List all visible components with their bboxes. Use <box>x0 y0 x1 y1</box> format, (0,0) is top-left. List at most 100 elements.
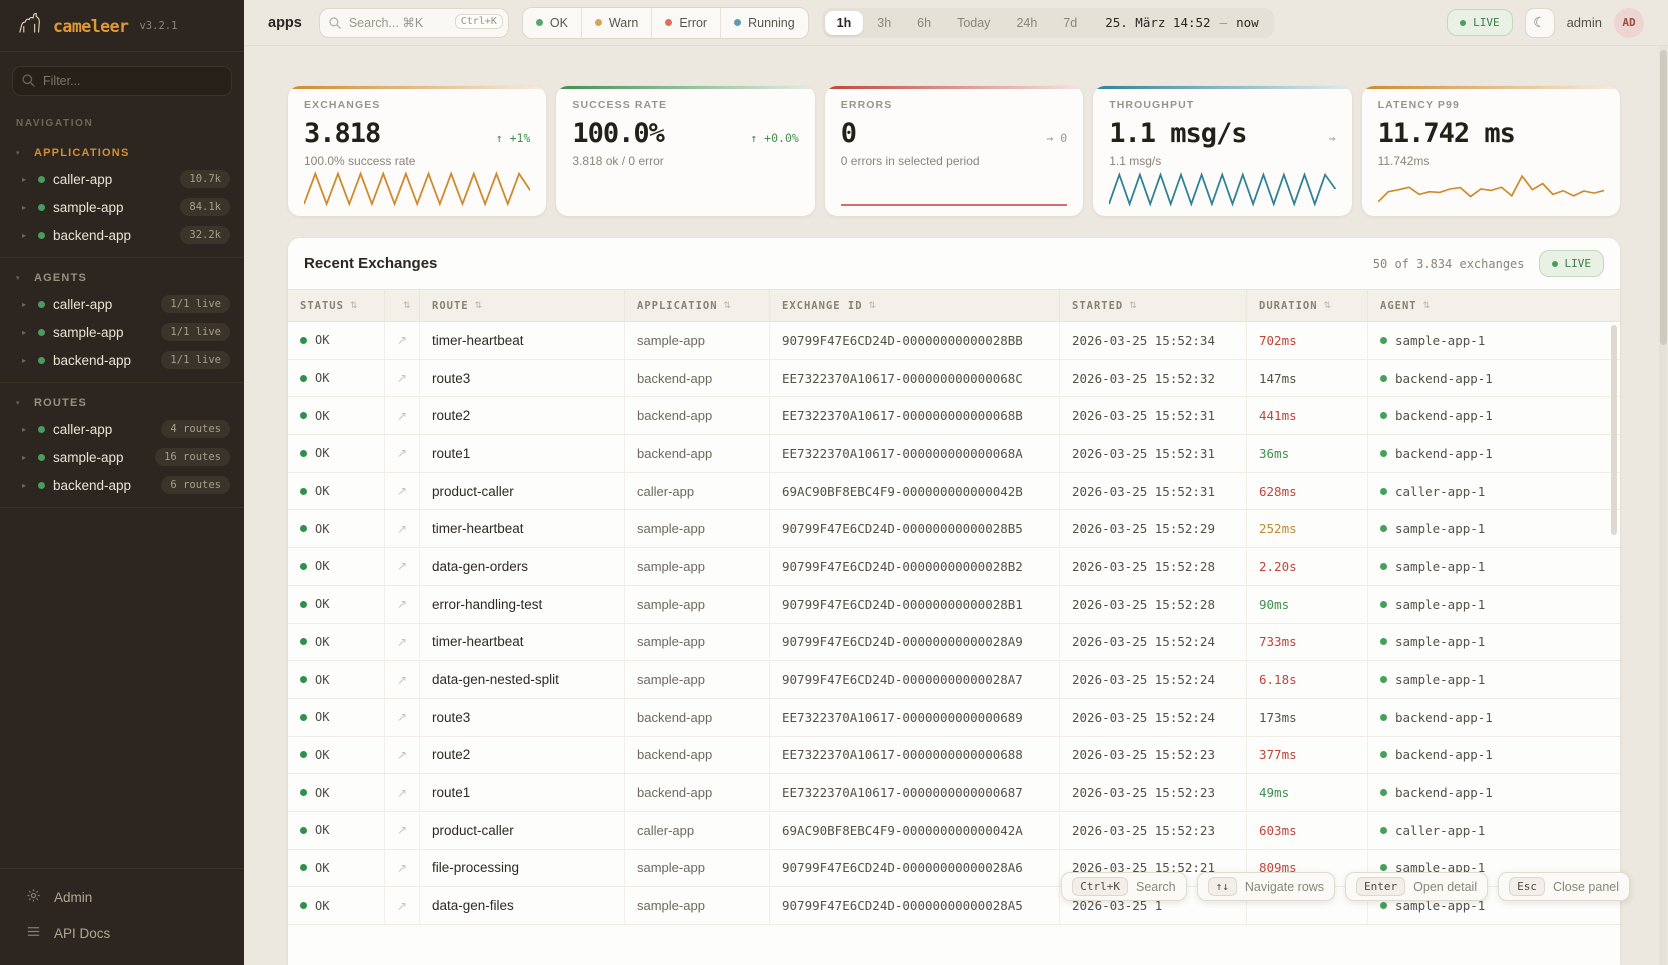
duration-cell: 90ms <box>1247 586 1368 623</box>
column-header-started[interactable]: STARTED ⇅ <box>1060 290 1247 321</box>
duration-cell: 36ms <box>1247 435 1368 472</box>
open-row-icon[interactable]: ↗ <box>397 446 407 460</box>
table-row[interactable]: OK ↗ route1 backend-app EE7322370A10617-… <box>288 435 1620 473</box>
sidebar-section-agents[interactable]: ▾ AGENTS <box>0 264 244 290</box>
agent-status-dot <box>1380 638 1387 645</box>
sidebar-item-routes-caller-app[interactable]: ▸ caller-app 4 routes <box>0 415 244 443</box>
sidebar-item-applications-caller-app[interactable]: ▸ caller-app 10.7k <box>0 165 244 193</box>
column-header-open[interactable]: ⇅ <box>385 290 420 321</box>
status-filter-running[interactable]: Running <box>721 8 808 38</box>
time-range-24h[interactable]: 24h <box>1004 11 1049 35</box>
sidebar-item-agents-caller-app[interactable]: ▸ caller-app 1/1 live <box>0 290 244 318</box>
open-row-icon[interactable]: ↗ <box>397 861 407 875</box>
sidebar-section-routes[interactable]: ▾ ROUTES <box>0 389 244 415</box>
live-badge[interactable]: LIVE <box>1447 9 1513 36</box>
agent-status-dot <box>1380 601 1387 608</box>
open-cell: ↗ <box>385 473 420 510</box>
status-filter-ok[interactable]: OK <box>523 8 582 38</box>
time-range-6h[interactable]: 6h <box>905 11 943 35</box>
open-row-icon[interactable]: ↗ <box>397 786 407 800</box>
gear-icon <box>26 888 41 906</box>
column-header-duration[interactable]: DURATION ⇅ <box>1247 290 1368 321</box>
dark-mode-toggle[interactable]: ☾ <box>1525 8 1555 38</box>
agent-status-dot <box>1380 375 1387 382</box>
status-color-dot <box>536 19 543 26</box>
table-row[interactable]: OK ↗ error-handling-test sample-app 9079… <box>288 586 1620 624</box>
status-ok-dot <box>300 488 307 495</box>
sidebar-item-routes-backend-app[interactable]: ▸ backend-app 6 routes <box>0 471 244 499</box>
column-header-application[interactable]: APPLICATION ⇅ <box>625 290 770 321</box>
filter-input[interactable] <box>12 66 232 96</box>
open-row-icon[interactable]: ↗ <box>397 484 407 498</box>
page-scrollbar-thumb[interactable] <box>1660 50 1667 345</box>
time-range-7d[interactable]: 7d <box>1051 11 1089 35</box>
sidebar-item-agents-sample-app[interactable]: ▸ sample-app 1/1 live <box>0 318 244 346</box>
table-row[interactable]: OK ↗ product-caller caller-app 69AC90BF8… <box>288 812 1620 850</box>
status-ok-dot <box>300 902 307 909</box>
table-scrollbar-thumb[interactable] <box>1611 325 1617 535</box>
sidebar-item-agents-backend-app[interactable]: ▸ backend-app 1/1 live <box>0 346 244 374</box>
sidebar-item-api-docs[interactable]: API Docs <box>0 915 244 951</box>
avatar[interactable]: AD <box>1614 8 1644 38</box>
time-range-3h[interactable]: 3h <box>865 11 903 35</box>
time-to: now <box>1236 15 1259 30</box>
open-row-icon[interactable]: ↗ <box>397 597 407 611</box>
card-delta: ↑ +0.0% <box>750 131 798 145</box>
time-range-1h[interactable]: 1h <box>825 11 864 35</box>
open-row-icon[interactable]: ↗ <box>397 409 407 423</box>
open-cell: ↗ <box>385 586 420 623</box>
sidebar-filter <box>12 66 232 96</box>
status-cell: OK <box>288 774 385 811</box>
status-cell: OK <box>288 397 385 434</box>
sidebar-item-routes-sample-app[interactable]: ▸ sample-app 16 routes <box>0 443 244 471</box>
table-row[interactable]: OK ↗ route2 backend-app EE7322370A10617-… <box>288 397 1620 435</box>
open-row-icon[interactable]: ↗ <box>397 371 407 385</box>
table-row[interactable]: OK ↗ timer-heartbeat sample-app 90799F47… <box>288 510 1620 548</box>
status-filter-error[interactable]: Error <box>652 8 721 38</box>
sidebar-item-admin[interactable]: Admin <box>0 879 244 915</box>
open-row-icon[interactable]: ↗ <box>397 823 407 837</box>
agent-cell: backend-app-1 <box>1368 435 1620 472</box>
application-cell: backend-app <box>625 737 770 774</box>
column-header-route[interactable]: ROUTE ⇅ <box>420 290 625 321</box>
status-ok-dot <box>300 375 307 382</box>
open-row-icon[interactable]: ↗ <box>397 710 407 724</box>
recent-exchanges-panel: Recent Exchanges 50 of 3.834 exchanges L… <box>288 238 1620 965</box>
table-row[interactable]: OK ↗ route3 backend-app EE7322370A10617-… <box>288 699 1620 737</box>
open-row-icon[interactable]: ↗ <box>397 748 407 762</box>
column-header-agent[interactable]: AGENT ⇅ <box>1368 290 1620 321</box>
sidebar-section-applications[interactable]: ▾ APPLICATIONS <box>0 139 244 165</box>
table-row[interactable]: OK ↗ data-gen-nested-split sample-app 90… <box>288 661 1620 699</box>
table-row[interactable]: OK ↗ timer-heartbeat sample-app 90799F47… <box>288 322 1620 360</box>
application-cell: backend-app <box>625 360 770 397</box>
open-row-icon[interactable]: ↗ <box>397 635 407 649</box>
column-header-exchange-id[interactable]: EXCHANGE ID ⇅ <box>770 290 1060 321</box>
agent-cell: sample-app-1 <box>1368 661 1620 698</box>
table-summary: 50 of 3.834 exchanges <box>1373 257 1525 271</box>
table-row[interactable]: OK ↗ timer-heartbeat sample-app 90799F47… <box>288 624 1620 662</box>
status-cell: OK <box>288 548 385 585</box>
open-row-icon[interactable]: ↗ <box>397 522 407 536</box>
route-cell: timer-heartbeat <box>420 510 625 547</box>
open-row-icon[interactable]: ↗ <box>397 559 407 573</box>
time-range-today[interactable]: Today <box>945 11 1002 35</box>
table-row[interactable]: OK ↗ route3 backend-app EE7322370A10617-… <box>288 360 1620 398</box>
count-badge: 1/1 live <box>161 323 230 341</box>
status-filter-warn[interactable]: Warn <box>582 8 652 38</box>
open-row-icon[interactable]: ↗ <box>397 899 407 913</box>
open-row-icon[interactable]: ↗ <box>397 673 407 687</box>
table-row[interactable]: OK ↗ route2 backend-app EE7322370A10617-… <box>288 737 1620 775</box>
status-ok-dot <box>300 525 307 532</box>
column-header-status[interactable]: STATUS ⇅ <box>288 290 385 321</box>
open-row-icon[interactable]: ↗ <box>397 333 407 347</box>
duration-cell: 377ms <box>1247 737 1368 774</box>
table-row[interactable]: OK ↗ data-gen-orders sample-app 90799F47… <box>288 548 1620 586</box>
table-live-badge[interactable]: LIVE <box>1539 250 1605 277</box>
sidebar-item-applications-backend-app[interactable]: ▸ backend-app 32.2k <box>0 221 244 249</box>
status-color-dot <box>734 19 741 26</box>
status-ok-dot <box>300 412 307 419</box>
sidebar-item-applications-sample-app[interactable]: ▸ sample-app 84.1k <box>0 193 244 221</box>
card-accent-bar <box>825 86 1083 89</box>
table-row[interactable]: OK ↗ product-caller caller-app 69AC90BF8… <box>288 473 1620 511</box>
table-row[interactable]: OK ↗ route1 backend-app EE7322370A10617-… <box>288 774 1620 812</box>
